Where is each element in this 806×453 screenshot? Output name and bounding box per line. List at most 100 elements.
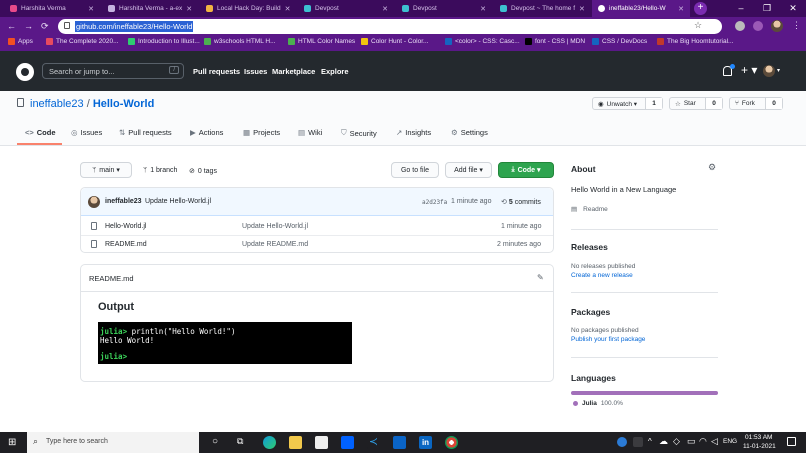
profile-avatar[interactable] — [771, 20, 783, 32]
edge-icon[interactable] — [263, 436, 276, 449]
star-count[interactable]: 0 — [705, 98, 722, 109]
volume-icon[interactable]: ◁ — [711, 436, 718, 447]
commit-hash[interactable]: a2d23fa — [422, 199, 447, 206]
tab-code[interactable]: <> Code — [25, 128, 56, 137]
tab-pull-requests[interactable]: ⇅ Pull requests — [119, 128, 172, 137]
repo-owner-link[interactable]: ineffable23 — [30, 98, 84, 110]
create-release-link[interactable]: Create a new release — [571, 272, 633, 279]
notification-bell-icon[interactable] — [723, 64, 735, 76]
chrome-icon[interactable] — [445, 436, 458, 449]
extension-icon[interactable] — [735, 21, 745, 31]
browser-tab[interactable]: Devpost ~ The home f ✕ — [494, 0, 590, 17]
tags-link[interactable]: ⊘ 0 tags — [189, 167, 217, 176]
store-icon[interactable] — [315, 436, 328, 449]
releases-heading[interactable]: Releases — [571, 242, 608, 252]
commit-message-link[interactable]: Update Hello-World.jl — [145, 198, 211, 205]
edit-pencil-icon[interactable]: ✎ — [537, 273, 544, 282]
browser-tab[interactable]: Devpost ✕ — [396, 0, 492, 17]
close-icon[interactable]: ✕ — [88, 5, 94, 13]
tab-issues[interactable]: ◎ Issues — [71, 128, 102, 137]
fork-count[interactable]: 0 — [765, 98, 782, 109]
bookmark-item[interactable]: font - CSS | MDN — [525, 38, 585, 45]
close-icon[interactable]: ✕ — [382, 5, 388, 13]
star-button[interactable]: ☆ Star 0 — [669, 97, 723, 110]
tray-app-icon[interactable] — [633, 437, 643, 447]
bookmark-item[interactable]: Color Hunt - Color... — [361, 38, 428, 45]
go-to-file-button[interactable]: Go to file — [391, 162, 439, 178]
close-window-button[interactable]: ✕ — [780, 0, 806, 17]
browser-tab[interactable]: Devpost ✕ — [298, 0, 394, 17]
commit-author-avatar[interactable] — [88, 196, 100, 208]
bookmark-item[interactable]: HTML Color Names — [288, 38, 355, 45]
back-button[interactable]: ← — [7, 21, 16, 31]
file-commit-message[interactable]: Update README.md — [242, 241, 308, 248]
notification-center-icon[interactable] — [787, 437, 796, 446]
search-input[interactable]: Search or jump to... / — [42, 63, 184, 79]
forward-button[interactable]: → — [24, 21, 33, 31]
create-new-dropdown[interactable]: + ▾ — [741, 63, 757, 77]
nav-marketplace[interactable]: Marketplace — [272, 67, 315, 76]
bookmark-item[interactable]: CSS / DevDocs — [592, 38, 647, 45]
clock-time[interactable]: 01:53 AM — [745, 434, 772, 441]
language-indicator[interactable]: ENG — [723, 438, 737, 445]
packages-heading[interactable]: Packages — [571, 307, 610, 317]
tab-wiki[interactable]: ▤ Wiki — [298, 128, 322, 137]
repo-name-link[interactable]: Hello-World — [93, 98, 155, 110]
code-button[interactable]: ⤓ Code ▾ — [498, 162, 554, 178]
close-icon[interactable]: ✕ — [480, 5, 486, 13]
cortana-icon[interactable]: ○ — [212, 436, 218, 447]
tab-insights[interactable]: ↗ Insights — [396, 128, 431, 137]
help-icon[interactable] — [617, 437, 627, 447]
commits-link[interactable]: ⟲ 5 commits — [501, 198, 541, 207]
bookmark-item[interactable]: The Big Hoomtutorial... — [657, 38, 733, 45]
close-icon[interactable]: ✕ — [186, 5, 192, 13]
dropbox-tray-icon[interactable]: ◇ — [673, 436, 680, 447]
gear-icon[interactable]: ⚙ — [708, 162, 716, 173]
nav-pull-requests[interactable]: Pull requests — [193, 67, 240, 76]
windows-start-icon[interactable]: ⊞ — [8, 437, 16, 448]
nav-explore[interactable]: Explore — [321, 67, 349, 76]
browser-tab[interactable]: Harshita Verma - a-ex ✕ — [102, 0, 198, 17]
close-icon[interactable]: ✕ — [579, 5, 585, 13]
branch-count-link[interactable]: ᛘ1 branch — [143, 167, 177, 174]
bookmark-item[interactable]: Introduction to Illust... — [128, 38, 200, 45]
add-file-button[interactable]: Add file ▾ — [445, 162, 492, 178]
bookmark-apps[interactable]: Apps — [8, 38, 33, 45]
cloud-icon[interactable]: ☁ — [659, 436, 668, 447]
readme-link[interactable]: ▤ Readme — [571, 205, 608, 214]
watch-count[interactable]: 1 — [645, 98, 662, 109]
linkedin-icon[interactable]: in — [419, 436, 432, 449]
file-name-link[interactable]: README.md — [105, 241, 147, 248]
vscode-icon[interactable]: ≺ — [367, 436, 380, 449]
user-avatar[interactable] — [763, 65, 775, 77]
dropbox-icon[interactable] — [341, 436, 354, 449]
url-bar[interactable]: github.com/ineffable23/Hello-World ☆ — [58, 19, 722, 34]
bookmark-item[interactable]: The Complete 2020... — [46, 38, 119, 45]
browser-tab[interactable]: Harshita Verma ✕ — [4, 0, 100, 17]
fork-button[interactable]: ⑂ Fork 0 — [729, 97, 783, 110]
bookmark-item[interactable]: w3schools HTML H... — [204, 38, 276, 45]
maximize-button[interactable]: ❐ — [754, 0, 780, 17]
browser-tab-active[interactable]: ineffable23/Hello-W ✕ — [592, 0, 690, 17]
tab-security[interactable]: ⛉ Security — [341, 128, 377, 138]
tab-actions[interactable]: ▶ Actions — [190, 128, 223, 137]
menu-icon[interactable]: ⋮ — [792, 20, 801, 31]
commit-author-link[interactable]: ineffable23 — [105, 198, 142, 205]
github-logo-icon[interactable] — [16, 63, 34, 81]
close-icon[interactable]: ✕ — [678, 5, 684, 13]
reload-button[interactable]: ⟳ — [41, 21, 49, 32]
file-row[interactable]: README.md Update README.md 2 minutes ago — [81, 236, 553, 254]
new-tab-button[interactable]: + — [694, 2, 707, 15]
mail-icon[interactable] — [393, 436, 406, 449]
browser-tab[interactable]: Local Hack Day: Build ✕ — [200, 0, 296, 17]
extension-icon[interactable] — [753, 21, 763, 31]
file-commit-message[interactable]: Update Hello-World.jl — [242, 223, 308, 230]
chevron-down-icon[interactable]: ▾ — [777, 67, 780, 74]
minimize-button[interactable]: – — [728, 0, 754, 17]
bookmark-item[interactable]: <color> - CSS: Casc... — [445, 38, 520, 45]
tab-projects[interactable]: ▦ Projects — [243, 128, 280, 137]
clock-date[interactable]: 11-01-2021 — [743, 443, 776, 450]
file-name-link[interactable]: Hello-World.jl — [105, 223, 147, 230]
wifi-icon[interactable]: ◠ — [699, 436, 707, 447]
file-row[interactable]: Hello-World.jl Update Hello-World.jl 1 m… — [81, 218, 553, 236]
